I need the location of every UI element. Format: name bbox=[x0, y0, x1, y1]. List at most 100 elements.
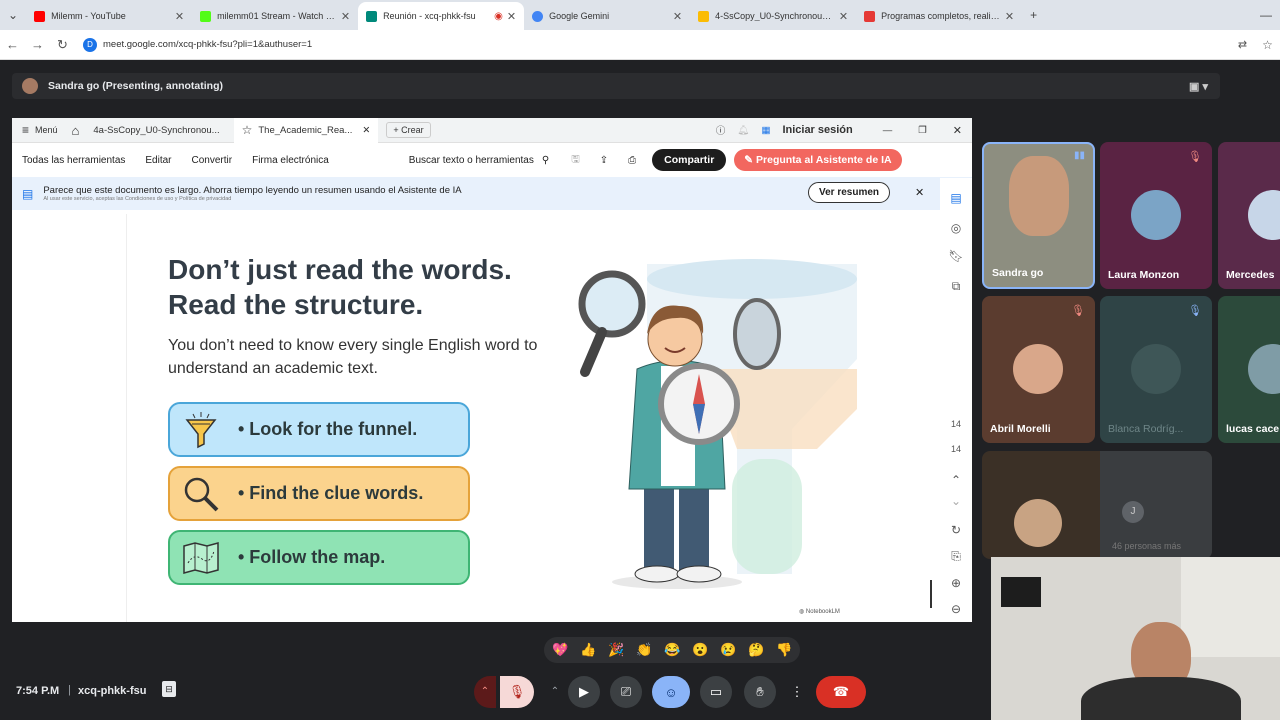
convert-menu[interactable]: Convertir bbox=[192, 155, 233, 166]
copy-icon[interactable]: ⧉ bbox=[948, 278, 964, 294]
pdf-toolbar: Todas las herramientas Editar Convertir … bbox=[12, 143, 972, 177]
close-banner-icon[interactable]: ✕ bbox=[915, 186, 924, 199]
close-window-icon[interactable]: ✕ bbox=[953, 124, 962, 137]
current-page-number[interactable]: 14 bbox=[948, 416, 964, 432]
browser-tab[interactable]: milemm01 Stream - Watch Live ✕ bbox=[192, 2, 358, 30]
captions-button[interactable]: ▭ bbox=[700, 676, 732, 708]
create-button[interactable]: + Crear bbox=[386, 122, 431, 138]
reaction-emoji-button[interactable]: 👎 bbox=[776, 642, 792, 658]
reaction-emoji-button[interactable]: 😢 bbox=[720, 642, 736, 658]
mic-off-button[interactable]: 🎙︎ bbox=[500, 676, 534, 708]
search-icon[interactable]: ⚲ bbox=[542, 155, 549, 166]
participant-tile-blanca[interactable]: 🎙︎ Blanca Rodríg... bbox=[1100, 296, 1212, 443]
ai-summary-banner: ▤ Parece que este documento es largo. Ah… bbox=[12, 177, 972, 210]
sign-in-button[interactable]: Iniciar sesión bbox=[782, 124, 852, 136]
close-tab-icon[interactable]: ✕ bbox=[175, 10, 184, 23]
reaction-emoji-button[interactable]: 😮 bbox=[692, 642, 708, 658]
participant-tile-sandra[interactable]: ▮▮ Sandra go bbox=[982, 142, 1095, 289]
rotate-icon[interactable]: ↻ bbox=[948, 522, 964, 538]
menu-icon[interactable]: ≡ bbox=[22, 123, 29, 137]
browser-tab[interactable]: Programas completos, realities ✕ bbox=[856, 2, 1022, 30]
close-tab-icon[interactable]: ✕ bbox=[839, 10, 848, 23]
emoji-icon: ☺ bbox=[664, 684, 678, 700]
ai-generate-icon[interactable]: ◎ bbox=[948, 220, 964, 236]
camera-button[interactable]: ▶ bbox=[568, 676, 600, 708]
minimize-window-icon[interactable]: — bbox=[1252, 8, 1280, 22]
zoom-in-icon[interactable]: ⊕ bbox=[948, 575, 964, 591]
pdf-doc-tab[interactable]: 4a-SsCopy_U0-Synchronou... bbox=[93, 125, 219, 136]
menu-button[interactable]: Menú bbox=[35, 125, 58, 135]
reaction-emoji-button[interactable]: 💖 bbox=[552, 642, 568, 658]
reaction-emoji-button[interactable]: 👏 bbox=[636, 642, 652, 658]
presentation-options-icon[interactable]: ▣ ▾ bbox=[1189, 80, 1208, 93]
minimize-icon[interactable]: — bbox=[883, 125, 893, 136]
help-icon[interactable]: ⓘ bbox=[716, 123, 726, 137]
page-up-icon[interactable]: ⌃ bbox=[948, 472, 964, 488]
forward-icon[interactable]: → bbox=[25, 37, 50, 52]
browser-tab[interactable]: 4-SsCopy_U0-Synchronous Les ✕ bbox=[690, 2, 856, 30]
pdf-doc-tab-active[interactable]: ☆ The_Academic_Rea... ✕ bbox=[233, 117, 379, 143]
view-summary-button[interactable]: Ver resumen bbox=[808, 182, 891, 203]
reload-icon[interactable]: ↻ bbox=[50, 37, 75, 53]
leave-call-button[interactable]: ☎ bbox=[816, 676, 866, 708]
apps-grid-icon[interactable]: ▦ bbox=[761, 125, 770, 136]
reaction-emoji-button[interactable]: 👍 bbox=[580, 642, 596, 658]
upload-cloud-icon[interactable]: ⇪ bbox=[600, 155, 608, 166]
bell-icon[interactable]: 🔔︎ bbox=[737, 125, 749, 136]
present-button[interactable]: ⎚ bbox=[610, 676, 642, 708]
new-tab-button[interactable]: + bbox=[1022, 8, 1045, 22]
back-icon[interactable]: ← bbox=[0, 37, 25, 52]
participant-tile-lucas[interactable]: lucas cace bbox=[1218, 296, 1280, 443]
slide-subtitle: You don’t need to know every single Engl… bbox=[168, 337, 538, 377]
close-tab-icon[interactable]: ✕ bbox=[1005, 10, 1014, 23]
host-controls-icon[interactable]: ⊟ bbox=[162, 681, 176, 697]
reaction-emoji-button[interactable]: 😂 bbox=[664, 642, 680, 658]
save-icon[interactable]: 🖫︎ bbox=[571, 152, 580, 169]
participant-avatar bbox=[1131, 190, 1181, 240]
participant-tile-laura[interactable]: 🎙︎ Laura Monzon bbox=[1100, 142, 1212, 289]
page-down-icon[interactable]: ⌄ bbox=[948, 493, 964, 509]
participant-tile-abril[interactable]: 🎙︎ Abril Morelli bbox=[982, 296, 1095, 443]
camera-options-button[interactable]: ⌃ bbox=[544, 676, 566, 708]
watermark-text: NotebookLM bbox=[805, 609, 840, 615]
participant-tile-mercedes[interactable]: Mercedes bbox=[1218, 142, 1280, 289]
close-tab-icon[interactable]: ✕ bbox=[507, 10, 516, 23]
participant-avatar bbox=[1248, 344, 1280, 394]
star-icon[interactable]: ☆ bbox=[242, 123, 253, 137]
more-options-button[interactable]: ⋮ bbox=[784, 676, 810, 708]
search-tools-field[interactable]: Buscar texto o herramientas bbox=[409, 155, 534, 166]
close-tab-icon[interactable]: ✕ bbox=[673, 10, 682, 23]
participant-tile-grid-more[interactable]: J 46 personas más bbox=[982, 451, 1212, 559]
extract-page-icon[interactable]: ⎘ bbox=[948, 548, 964, 564]
browser-tab[interactable]: Google Gemini ✕ bbox=[524, 2, 690, 30]
site-info-icon[interactable]: D bbox=[83, 37, 97, 52]
participant-name: Abril Morelli bbox=[990, 423, 1051, 435]
all-tools-menu[interactable]: Todas las herramientas bbox=[22, 155, 125, 166]
more-people-tile[interactable]: J 46 personas más bbox=[1100, 451, 1212, 559]
share-button[interactable]: Compartir bbox=[652, 149, 727, 171]
close-icon[interactable]: ✕ bbox=[362, 125, 370, 136]
home-icon[interactable]: ⌂ bbox=[72, 123, 80, 138]
raise-hand-button[interactable]: ✋︎ bbox=[744, 676, 776, 708]
edit-menu[interactable]: Editar bbox=[145, 155, 171, 166]
restore-icon[interactable]: ❐ bbox=[918, 125, 927, 136]
browser-tab-active[interactable]: Reunión - xcq-phkk-fsu ◉ ✕ bbox=[358, 2, 525, 30]
comment-panel-icon[interactable]: ▤ bbox=[948, 190, 964, 206]
reactions-button[interactable]: ☺ bbox=[652, 676, 690, 708]
url-field[interactable]: D meet.google.com/xcq-phkk-fsu?pli=1&aut… bbox=[83, 37, 312, 52]
translate-icon[interactable]: ⇄ bbox=[1230, 38, 1255, 51]
ai-assistant-button[interactable]: ✎ Pregunta al Asistente de IA bbox=[734, 149, 902, 171]
pdf-scrollbar-thumb[interactable] bbox=[930, 580, 932, 608]
participant-avatar bbox=[1013, 344, 1063, 394]
participant-name: Laura Monzon bbox=[1108, 269, 1180, 281]
reaction-emoji-button[interactable]: 🎉 bbox=[608, 642, 624, 658]
print-icon[interactable]: ⎙ bbox=[628, 155, 636, 166]
tab-search-icon[interactable]: ⌄ bbox=[0, 8, 26, 22]
zoom-out-icon[interactable]: ⊖ bbox=[948, 601, 964, 617]
bookmarks-icon[interactable]: 🔖︎ bbox=[948, 248, 964, 264]
esign-menu[interactable]: Firma electrónica bbox=[252, 155, 329, 166]
close-tab-icon[interactable]: ✕ bbox=[341, 10, 350, 23]
bookmark-star-icon[interactable]: ☆ bbox=[1255, 38, 1280, 52]
browser-tab[interactable]: Milemm - YouTube ✕ bbox=[26, 2, 192, 30]
reaction-emoji-button[interactable]: 🤔 bbox=[748, 642, 764, 658]
